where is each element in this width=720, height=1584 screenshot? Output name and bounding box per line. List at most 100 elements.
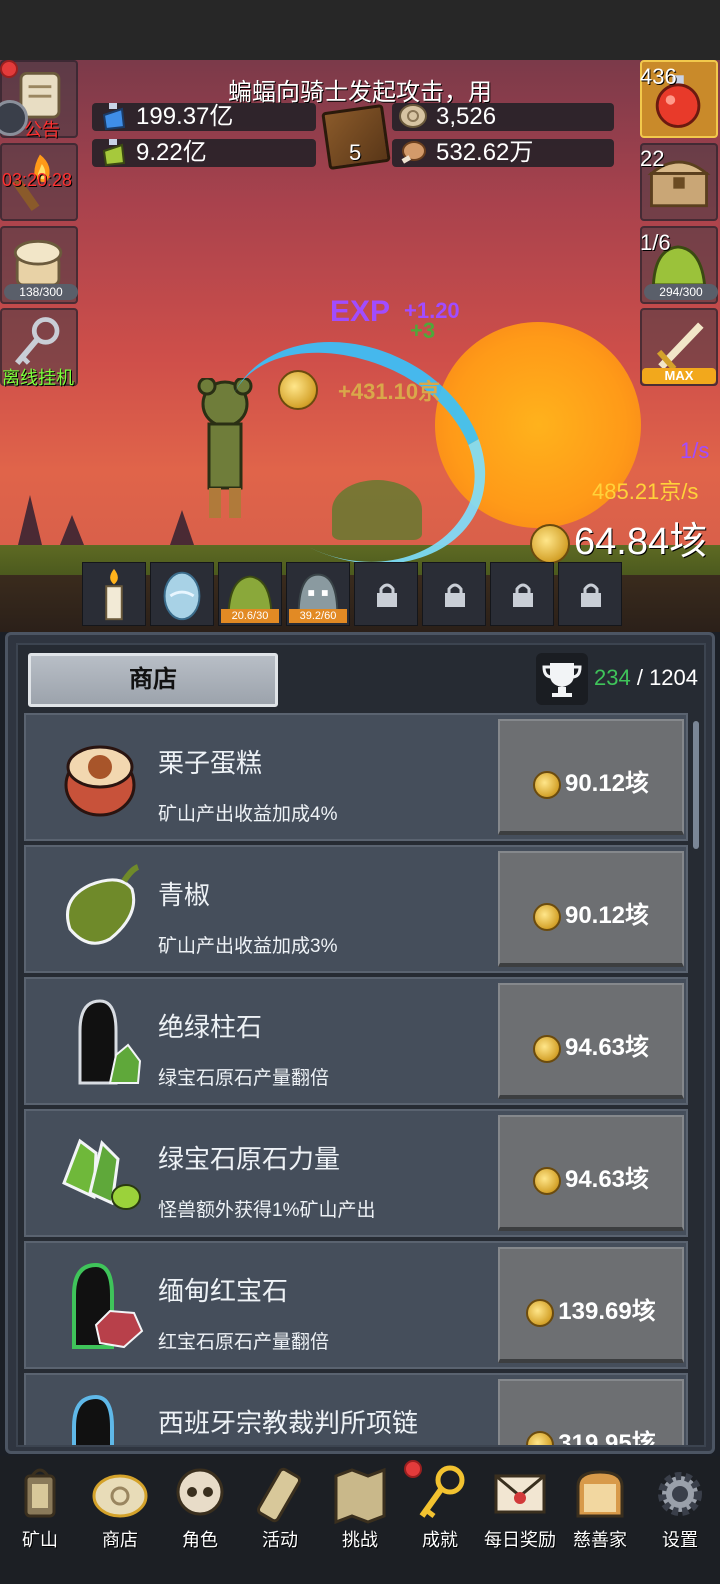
mountain bbox=[60, 515, 84, 545]
sword-upgrade-button[interactable]: MAX bbox=[640, 308, 718, 386]
buy-button[interactable]: 90.12垓 bbox=[498, 851, 684, 967]
nav-label: 活动 bbox=[262, 1530, 298, 1550]
potion-count: 436 bbox=[640, 64, 677, 89]
lock-icon bbox=[445, 583, 465, 607]
item-strip: 20.6/30 39.2/60 bbox=[80, 562, 640, 628]
coin-icon bbox=[530, 523, 570, 564]
locked-slot[interactable] bbox=[558, 562, 622, 626]
item-desc: 红宝石原石产量翻倍 bbox=[158, 1332, 330, 1353]
slime-pet-progress: 20.6/30 bbox=[221, 609, 279, 623]
item-price: 319.95垓 bbox=[558, 1430, 656, 1445]
coin-icon bbox=[526, 1298, 555, 1327]
stone-coin-icon bbox=[399, 104, 427, 128]
item-name: 绿宝石原石力量 bbox=[158, 1144, 341, 1174]
item-price: 94.63垓 bbox=[564, 1166, 650, 1193]
nav-item-settings[interactable]: 设置 bbox=[640, 1456, 720, 1584]
coin-drop-icon bbox=[278, 370, 318, 410]
shop-tab[interactable]: 商店 bbox=[28, 653, 278, 707]
coin-icon bbox=[532, 902, 561, 931]
chest-count: 22 bbox=[640, 146, 665, 171]
ghost-pet-slot[interactable]: 39.2/60 bbox=[286, 562, 350, 626]
buy-button[interactable]: 94.63垓 bbox=[498, 1115, 684, 1231]
item-name: 栗子蛋糕 bbox=[158, 748, 263, 778]
coin-icon bbox=[532, 1166, 561, 1195]
battle-scene[interactable]: 蝙蝠向骑士发起攻击，用 199.37亿 9.22亿 3,526 532.62万 … bbox=[0, 0, 720, 632]
emerald-power-icon bbox=[62, 1138, 141, 1210]
nav-item-character[interactable]: 角色 bbox=[160, 1456, 240, 1584]
locked-slot[interactable] bbox=[490, 562, 554, 626]
nav-item-shop[interactable]: 商店 bbox=[80, 1456, 160, 1584]
shop-item: 绝绿柱石 绿宝石原石产量翻倍 94.63垓 bbox=[24, 977, 688, 1105]
trophy-progress: 234 / 1204 bbox=[594, 665, 698, 691]
shop-item: 青椒 矿山产出收益加成3% 90.12垓 bbox=[24, 845, 688, 973]
trophy-total: 1204 bbox=[649, 665, 699, 690]
torch-timer: 03:20:28 bbox=[2, 170, 73, 190]
gold-total: 64.84垓 bbox=[530, 510, 707, 565]
nav-label: 矿山 bbox=[22, 1530, 58, 1550]
locked-slot[interactable] bbox=[354, 562, 418, 626]
item-desc: 矿山产出收益加成4% bbox=[158, 804, 338, 825]
emerald-beryl-icon bbox=[78, 999, 142, 1085]
slime-pet-slot[interactable]: 20.6/30 bbox=[218, 562, 282, 626]
item-price: 90.12垓 bbox=[564, 770, 650, 797]
nav-label: 慈善家 bbox=[573, 1530, 627, 1550]
notice-red-dot bbox=[0, 60, 18, 78]
trophy-icon bbox=[542, 663, 582, 697]
green-pepper-icon bbox=[66, 864, 140, 945]
nav-item-event[interactable]: 活动 bbox=[240, 1456, 320, 1584]
gold-gain-float: +431.10京 bbox=[338, 379, 441, 404]
blue-potion-value: 199.37亿 bbox=[136, 103, 234, 130]
list-scrollbar[interactable] bbox=[693, 721, 699, 849]
scroll-icon bbox=[256, 1467, 302, 1523]
gear-icon bbox=[658, 1472, 702, 1516]
slime-count: 1/6 bbox=[640, 230, 671, 255]
coin-icon bbox=[532, 770, 561, 799]
trophy-separator: / bbox=[630, 665, 650, 690]
green-potion-counter: 9.22亿 bbox=[92, 139, 316, 167]
meat-icon bbox=[401, 141, 426, 164]
locked-slot[interactable] bbox=[422, 562, 486, 626]
item-name: 西班牙宗教裁判所项链 bbox=[158, 1408, 419, 1438]
battle-ticker: 蝙蝠向骑士发起攻击，用 bbox=[228, 79, 492, 106]
nav-label: 每日奖励 bbox=[484, 1530, 556, 1550]
nav-item-mine[interactable]: 矿山 bbox=[0, 1456, 80, 1584]
nav-item-philanthropist[interactable]: 慈善家 bbox=[560, 1456, 640, 1584]
inquisition-necklace-icon bbox=[72, 1394, 114, 1445]
bottom-nav: 矿山 商店 角色 活动 挑战 成就 每日奖励 慈善家 设置 bbox=[0, 1456, 720, 1584]
buy-button[interactable]: 94.63垓 bbox=[498, 983, 684, 1099]
green-potion-value: 9.22亿 bbox=[136, 139, 207, 166]
egg-slot[interactable] bbox=[150, 562, 214, 626]
egg-icon bbox=[163, 571, 201, 621]
trophy-button[interactable] bbox=[536, 653, 588, 705]
item-desc: 绿宝石原石产量翻倍 bbox=[158, 1068, 330, 1089]
nav-label: 角色 bbox=[182, 1530, 218, 1550]
shop-item: 栗子蛋糕 矿山产出收益加成4% 90.12垓 bbox=[24, 713, 688, 841]
shop-item-list[interactable]: 栗子蛋糕 矿山产出收益加成4% 90.12垓 青椒 矿山产出收益加成3% 90.… bbox=[24, 713, 688, 1445]
income-rate: 485.21京/s bbox=[592, 479, 699, 504]
lantern-icon bbox=[24, 1468, 56, 1518]
shop-item: 西班牙宗教裁判所项链 319.95垓 bbox=[24, 1373, 688, 1445]
blue-potion-counter: 199.37亿 bbox=[92, 103, 316, 131]
nav-item-achievement[interactable]: 成就 bbox=[400, 1456, 480, 1584]
item-price: 139.69垓 bbox=[558, 1298, 656, 1325]
candle-icon bbox=[105, 568, 123, 621]
ghost-pet-progress: 39.2/60 bbox=[289, 609, 347, 623]
buy-button[interactable]: 319.95垓 bbox=[498, 1379, 684, 1445]
stone-coin-value: 3,526 bbox=[436, 103, 497, 130]
shop-item: 缅甸红宝石 红宝石原石产量翻倍 139.69垓 bbox=[24, 1241, 688, 1369]
mountain bbox=[170, 510, 194, 545]
buy-button[interactable]: 139.69垓 bbox=[498, 1247, 684, 1363]
bread-icon bbox=[576, 1470, 624, 1518]
nav-item-daily-reward[interactable]: 每日奖励 bbox=[480, 1456, 560, 1584]
buy-button[interactable]: 90.12垓 bbox=[498, 719, 684, 835]
meat-counter: 532.62万 bbox=[392, 139, 614, 167]
candle-slot[interactable] bbox=[82, 562, 146, 626]
mountain bbox=[18, 495, 42, 545]
chestnut-cake-icon bbox=[64, 745, 136, 817]
cake-button[interactable]: 138/300 bbox=[0, 226, 78, 304]
nav-item-challenge[interactable]: 挑战 bbox=[320, 1456, 400, 1584]
stone-icon bbox=[92, 1474, 148, 1518]
nav-label: 成就 bbox=[422, 1530, 458, 1550]
achievement-red-dot bbox=[404, 1460, 422, 1478]
rate-per-sec: 1/s bbox=[680, 438, 710, 463]
